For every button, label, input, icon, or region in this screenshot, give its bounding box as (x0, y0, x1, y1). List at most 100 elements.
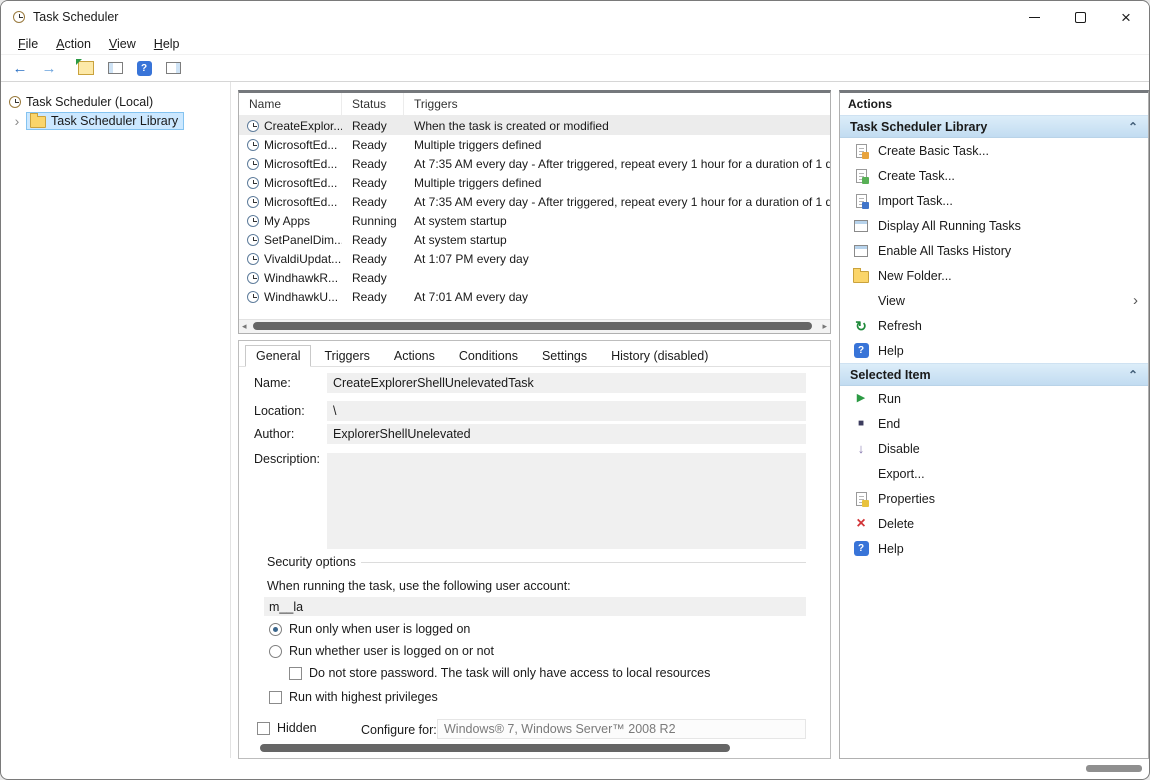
action-delete[interactable]: × Delete (840, 511, 1148, 536)
table-row[interactable]: VivaldiUpdat... Ready At 1:07 PM every d… (239, 249, 830, 268)
actions-title: Actions (840, 93, 1148, 115)
task-clock-icon (247, 120, 259, 132)
task-name: MicrosoftEd... (264, 157, 337, 171)
maximize-button[interactable] (1057, 1, 1103, 33)
task-list-scrollbar-thumb[interactable] (253, 322, 812, 330)
table-row[interactable]: MicrosoftEd... Ready Multiple triggers d… (239, 135, 830, 154)
action-view[interactable]: View › (840, 288, 1148, 313)
refresh-icon: ↻ (852, 319, 870, 333)
close-button[interactable]: × (1103, 1, 1149, 33)
action-help-library[interactable]: ? Help (840, 338, 1148, 363)
column-header-name[interactable]: Name (239, 93, 342, 115)
open-new-window-button[interactable] (73, 57, 99, 79)
action-label: View (878, 294, 905, 308)
action-label: Help (878, 542, 904, 556)
collapse-chevron-icon[interactable]: ⌃ (1128, 368, 1138, 382)
actions-panel-scrollbar-thumb[interactable] (1086, 765, 1142, 772)
column-header-status[interactable]: Status (342, 93, 404, 115)
minimize-button[interactable] (1011, 1, 1057, 33)
menu-bar: File Action View Help (1, 33, 1149, 55)
tab-general[interactable]: General (245, 345, 311, 367)
library-section-header[interactable]: Task Scheduler Library ⌃ (840, 115, 1148, 138)
action-create-basic-task[interactable]: Create Basic Task... (840, 138, 1148, 163)
menu-file[interactable]: File (9, 35, 47, 53)
details-scrollbar-thumb[interactable] (260, 744, 730, 752)
action-end[interactable]: ■ End (840, 411, 1148, 436)
table-row[interactable]: MicrosoftEd... Ready Multiple triggers d… (239, 173, 830, 192)
action-create-task[interactable]: Create Task... (840, 163, 1148, 188)
collapse-chevron-icon[interactable]: ⌃ (1128, 120, 1138, 134)
column-header-triggers[interactable]: Triggers (404, 93, 830, 115)
table-row[interactable]: CreateExplor... Ready When the task is c… (239, 116, 830, 135)
action-label: New Folder... (878, 269, 952, 283)
tab-conditions[interactable]: Conditions (448, 345, 529, 366)
menu-view[interactable]: View (100, 35, 145, 53)
tab-actions[interactable]: Actions (383, 345, 446, 366)
task-triggers: When the task is created or modified (404, 119, 830, 133)
scroll-right-icon[interactable]: ▸ (822, 321, 827, 332)
tree-library-selected[interactable]: Task Scheduler Library (26, 112, 184, 130)
tab-triggers[interactable]: Triggers (313, 345, 380, 366)
user-account-field: m__la (264, 597, 806, 616)
task-triggers: At system startup (404, 233, 830, 247)
name-label: Name: (254, 376, 291, 390)
table-row[interactable]: WindhawkU... Ready At 7:01 AM every day (239, 287, 830, 306)
enable-tasks-history-icon (852, 245, 870, 257)
action-import-task[interactable]: Import Task... (840, 188, 1148, 213)
task-name: VivaldiUpdat... (264, 252, 341, 266)
action-refresh[interactable]: ↻ Refresh (840, 313, 1148, 338)
checkbox-highest-privileges[interactable]: Run with highest privileges (269, 690, 438, 704)
action-pane-toggle-button[interactable] (160, 57, 186, 79)
table-row[interactable]: My Apps Running At system startup (239, 211, 830, 230)
checkbox-no-password[interactable]: Do not store password. The task will onl… (289, 666, 710, 680)
scheduler-root-icon (9, 96, 21, 108)
expand-chevron-icon[interactable]: › (13, 114, 21, 128)
action-label: Help (878, 344, 904, 358)
tab-history[interactable]: History (disabled) (600, 345, 719, 366)
console-tree-toggle-button[interactable] (102, 57, 128, 79)
action-label: Refresh (878, 319, 922, 333)
table-row[interactable]: SetPanelDim... Ready At system startup (239, 230, 830, 249)
library-header-label: Task Scheduler Library (850, 120, 987, 134)
action-enable-tasks-history[interactable]: Enable All Tasks History (840, 238, 1148, 263)
table-row[interactable]: MicrosoftEd... Ready At 7:35 AM every da… (239, 192, 830, 211)
tab-settings[interactable]: Settings (531, 345, 598, 366)
configure-for-dropdown[interactable]: Windows® 7, Windows Server™ 2008 R2 (437, 719, 806, 739)
forward-button[interactable]: → (36, 57, 62, 79)
configure-for-value: Windows® 7, Windows Server™ 2008 R2 (444, 722, 676, 736)
tree-root-label: Task Scheduler (Local) (26, 95, 153, 109)
tree-item-root[interactable]: Task Scheduler (Local) (1, 92, 230, 111)
task-name: My Apps (264, 214, 310, 228)
selected-item-section-header[interactable]: Selected Item ⌃ (840, 363, 1148, 386)
task-clock-icon (247, 177, 259, 189)
action-disable[interactable]: ↓ Disable (840, 436, 1148, 461)
action-new-folder[interactable]: New Folder... (840, 263, 1148, 288)
maximize-icon (1075, 12, 1086, 23)
radio-run-logged-on[interactable]: Run only when user is logged on (269, 622, 470, 636)
help-toolbar-button[interactable]: ? (131, 57, 157, 79)
menu-action[interactable]: Action (47, 35, 100, 53)
task-status: Ready (342, 271, 404, 285)
table-row[interactable]: MicrosoftEd... Ready At 7:35 AM every da… (239, 154, 830, 173)
menu-help[interactable]: Help (145, 35, 189, 53)
checkbox-hidden[interactable]: Hidden (257, 721, 317, 735)
task-clock-icon (247, 215, 259, 227)
task-clock-icon (247, 234, 259, 246)
radio-run-any[interactable]: Run whether user is logged on or not (269, 644, 494, 658)
task-clock-icon (247, 196, 259, 208)
action-properties[interactable]: Properties (840, 486, 1148, 511)
action-help-selected[interactable]: ? Help (840, 536, 1148, 561)
table-row[interactable]: WindhawkR... Ready (239, 268, 830, 287)
task-status: Ready (342, 252, 404, 266)
help-icon: ? (852, 541, 870, 556)
scroll-left-icon[interactable]: ◂ (242, 321, 247, 332)
tree-item-library[interactable]: › Task Scheduler Library (1, 111, 230, 130)
tree-library-label: Task Scheduler Library (51, 114, 178, 128)
action-export[interactable]: Export... (840, 461, 1148, 486)
task-triggers: Multiple triggers defined (404, 138, 830, 152)
task-list-pane: Name Status Triggers CreateExplor... Rea… (238, 90, 831, 334)
action-pane-icon (166, 62, 181, 74)
action-display-running-tasks[interactable]: Display All Running Tasks (840, 213, 1148, 238)
back-button[interactable]: ← (7, 57, 33, 79)
action-run[interactable]: ▶ Run (840, 386, 1148, 411)
